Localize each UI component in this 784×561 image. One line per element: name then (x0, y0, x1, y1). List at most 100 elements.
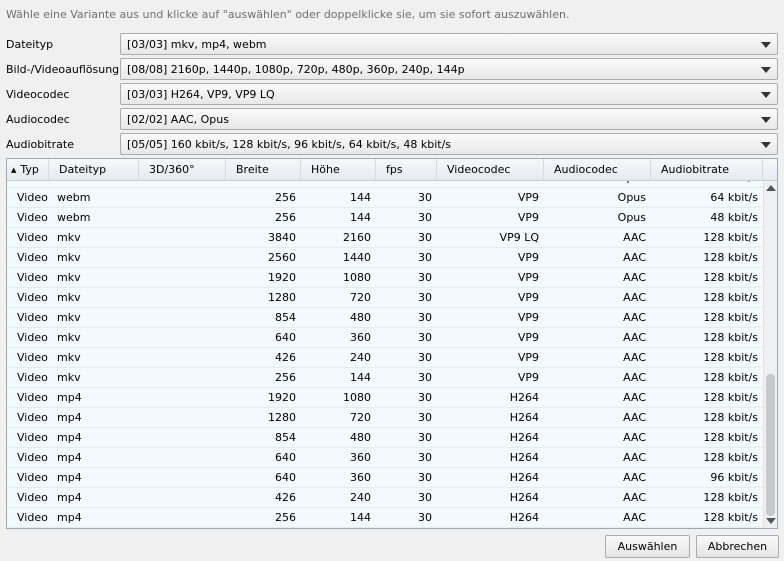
cell-videocodec: H264 (509, 491, 539, 504)
cell-3d360 (147, 368, 226, 388)
table-row[interactable]: Video mkv 1280 720 30 VP9 AAC 128 kbit/s (7, 288, 763, 308)
scroll-down-arrow-icon[interactable] (766, 518, 776, 524)
cell-videocodec: VP9 (517, 211, 539, 224)
cell-fps: 30 (418, 371, 432, 384)
cell-dateityp: mkv (57, 251, 81, 264)
table-row[interactable]: Video mkv 2560 1440 30 VP9 AAC 128 kbit/s (7, 248, 763, 268)
cell-typ: Video (17, 451, 48, 464)
cell-3d360 (147, 348, 226, 368)
cell-audiobitrate: 128 kbit/s (703, 431, 758, 444)
cell-breite: 854 (275, 311, 296, 324)
cell-typ: Video (17, 511, 48, 524)
cell-fps: 30 (418, 411, 432, 424)
table-row[interactable]: Video webm 256 144 30 VP9 Opus 160 kbit/s (7, 181, 763, 188)
cell-audiobitrate: 128 kbit/s (703, 491, 758, 504)
cell-dateityp: mp4 (57, 471, 82, 484)
cell-audiobitrate: 128 kbit/s (703, 311, 758, 324)
cell-breite: 1920 (268, 271, 296, 284)
cell-typ: Video (17, 271, 48, 284)
cell-audiobitrate: 128 kbit/s (703, 231, 758, 244)
cell-videocodec: VP9 (517, 351, 539, 364)
scrollbar-thumb[interactable] (766, 374, 775, 516)
column-header-dateityp[interactable]: Dateityp (49, 159, 139, 180)
cell-dateityp: mkv (57, 331, 81, 344)
audiobitrate-select[interactable]: [05/05] 160 kbit/s, 128 kbit/s, 96 kbit/… (120, 133, 778, 155)
table-row[interactable]: Video mp4 640 360 30 H264 AAC 128 kbit/s (7, 448, 763, 468)
dateityp-select[interactable]: [03/03] mkv, mp4, webm (120, 33, 778, 55)
cell-3d360 (147, 181, 226, 188)
filter-label-audiocodec: Audiocodec (6, 113, 70, 126)
videocodec-select-value: [03/03] H264, VP9, VP9 LQ (127, 88, 275, 101)
variants-table: ▲ Typ Dateityp 3D/360° Breite Höhe fps Vi… (6, 158, 778, 529)
cell-fps: 30 (418, 331, 432, 344)
vertical-scrollbar[interactable] (763, 181, 777, 528)
column-header-audiocodec[interactable]: Audiocodec (544, 159, 651, 180)
aufloesung-select[interactable]: [08/08] 2160p, 1440p, 1080p, 720p, 480p,… (120, 58, 778, 80)
column-header-3d360[interactable]: 3D/360° (139, 159, 226, 180)
table-row[interactable]: Video webm 256 144 30 VP9 Opus 48 kbit/s (7, 208, 763, 228)
cell-dateityp: mkv (57, 231, 81, 244)
cell-audiocodec: AAC (623, 231, 646, 244)
table-row[interactable]: Video mp4 854 480 30 H264 AAC 128 kbit/s (7, 428, 763, 448)
cell-typ: Video (17, 191, 48, 204)
column-header-label: Dateityp (59, 163, 107, 176)
filter-row-audiobitrate: Audiobitrate [05/05] 160 kbit/s, 128 kbi… (0, 133, 784, 157)
table-row[interactable]: Video mp4 256 144 30 H264 AAC 128 kbit/s (7, 508, 763, 528)
select-button[interactable]: Auswählen (605, 535, 690, 558)
cell-audiocodec: AAC (623, 351, 646, 364)
videocodec-select[interactable]: [03/03] H264, VP9, VP9 LQ (120, 83, 778, 105)
table-row[interactable]: Video mp4 640 360 30 H264 AAC 96 kbit/s (7, 468, 763, 488)
filter-row-dateityp: Dateityp [03/03] mkv, mp4, webm (0, 33, 784, 57)
cell-dateityp: mp4 (57, 431, 82, 444)
table-row[interactable]: Video mp4 426 240 30 H264 AAC 128 kbit/s (7, 488, 763, 508)
cell-breite: 640 (275, 471, 296, 484)
cell-audiobitrate: 128 kbit/s (703, 451, 758, 464)
chevron-down-icon (761, 92, 771, 98)
cell-breite: 256 (275, 211, 296, 224)
column-header-videocodec[interactable]: Videocodec (437, 159, 544, 180)
cell-3d360 (147, 328, 226, 348)
cell-fps: 30 (418, 351, 432, 364)
table-row[interactable]: Video mp4 1280 720 30 H264 AAC 128 kbit/s (7, 408, 763, 428)
cell-audiobitrate: 160 kbit/s (651, 181, 758, 188)
audiocodec-select[interactable]: [02/02] AAC, Opus (120, 108, 778, 130)
cell-hoehe: 360 (350, 331, 371, 344)
audiobitrate-select-value: [05/05] 160 kbit/s, 128 kbit/s, 96 kbit/… (127, 138, 452, 151)
column-header-audiobitrate[interactable]: Audiobitrate (651, 159, 763, 180)
cell-breite: 854 (275, 431, 296, 444)
filter-label-audiobitrate: Audiobitrate (6, 138, 74, 151)
table-row[interactable]: Video mkv 854 480 30 VP9 AAC 128 kbit/s (7, 308, 763, 328)
table-row[interactable]: Video webm 256 144 30 VP9 Opus 64 kbit/s (7, 188, 763, 208)
column-header-label: Höhe (311, 163, 340, 176)
column-header-hoehe[interactable]: Höhe (301, 159, 376, 180)
scroll-up-arrow-icon[interactable] (766, 185, 776, 191)
column-header-breite[interactable]: Breite (226, 159, 301, 180)
table-row[interactable]: Video mkv 426 240 30 VP9 AAC 128 kbit/s (7, 348, 763, 368)
instruction-text: Wähle eine Variante aus und klicke auf "… (6, 8, 570, 21)
cell-videocodec: VP9 (517, 371, 539, 384)
column-header-typ[interactable]: ▲ Typ (7, 159, 49, 180)
cell-dateityp: webm (57, 191, 91, 204)
column-header-fps[interactable]: fps (376, 159, 437, 180)
cell-audiocodec: AAC (623, 511, 646, 524)
table-row[interactable]: Video mkv 640 360 30 VP9 AAC 128 kbit/s (7, 328, 763, 348)
cell-dateityp: mp4 (57, 511, 82, 524)
table-row[interactable]: Video mp4 1920 1080 30 H264 AAC 128 kbit/s (7, 388, 763, 408)
cell-typ: Video (17, 231, 48, 244)
cell-fps: 30 (418, 491, 432, 504)
table-row[interactable]: Video mkv 1920 1080 30 VP9 AAC 128 kbit/s (7, 268, 763, 288)
cell-3d360 (147, 268, 226, 288)
cell-audiobitrate: 48 kbit/s (710, 211, 758, 224)
cell-fps: 30 (418, 211, 432, 224)
cell-audiobitrate: 128 kbit/s (703, 351, 758, 364)
table-row[interactable]: Video mkv 3840 2160 30 VP9 LQ AAC 128 kbit/s (7, 228, 763, 248)
cell-hoehe: 720 (350, 291, 371, 304)
table-row[interactable]: Video mkv 256 144 30 VP9 AAC 128 kbit/s (7, 368, 763, 388)
cell-dateityp: mp4 (57, 411, 82, 424)
cancel-button[interactable]: Abbrechen (696, 535, 779, 558)
cell-typ: Video (17, 311, 48, 324)
cell-hoehe: 1080 (343, 271, 371, 284)
cell-hoehe: 144 (350, 211, 371, 224)
cell-dateityp: mp4 (57, 491, 82, 504)
cell-3d360 (147, 428, 226, 448)
